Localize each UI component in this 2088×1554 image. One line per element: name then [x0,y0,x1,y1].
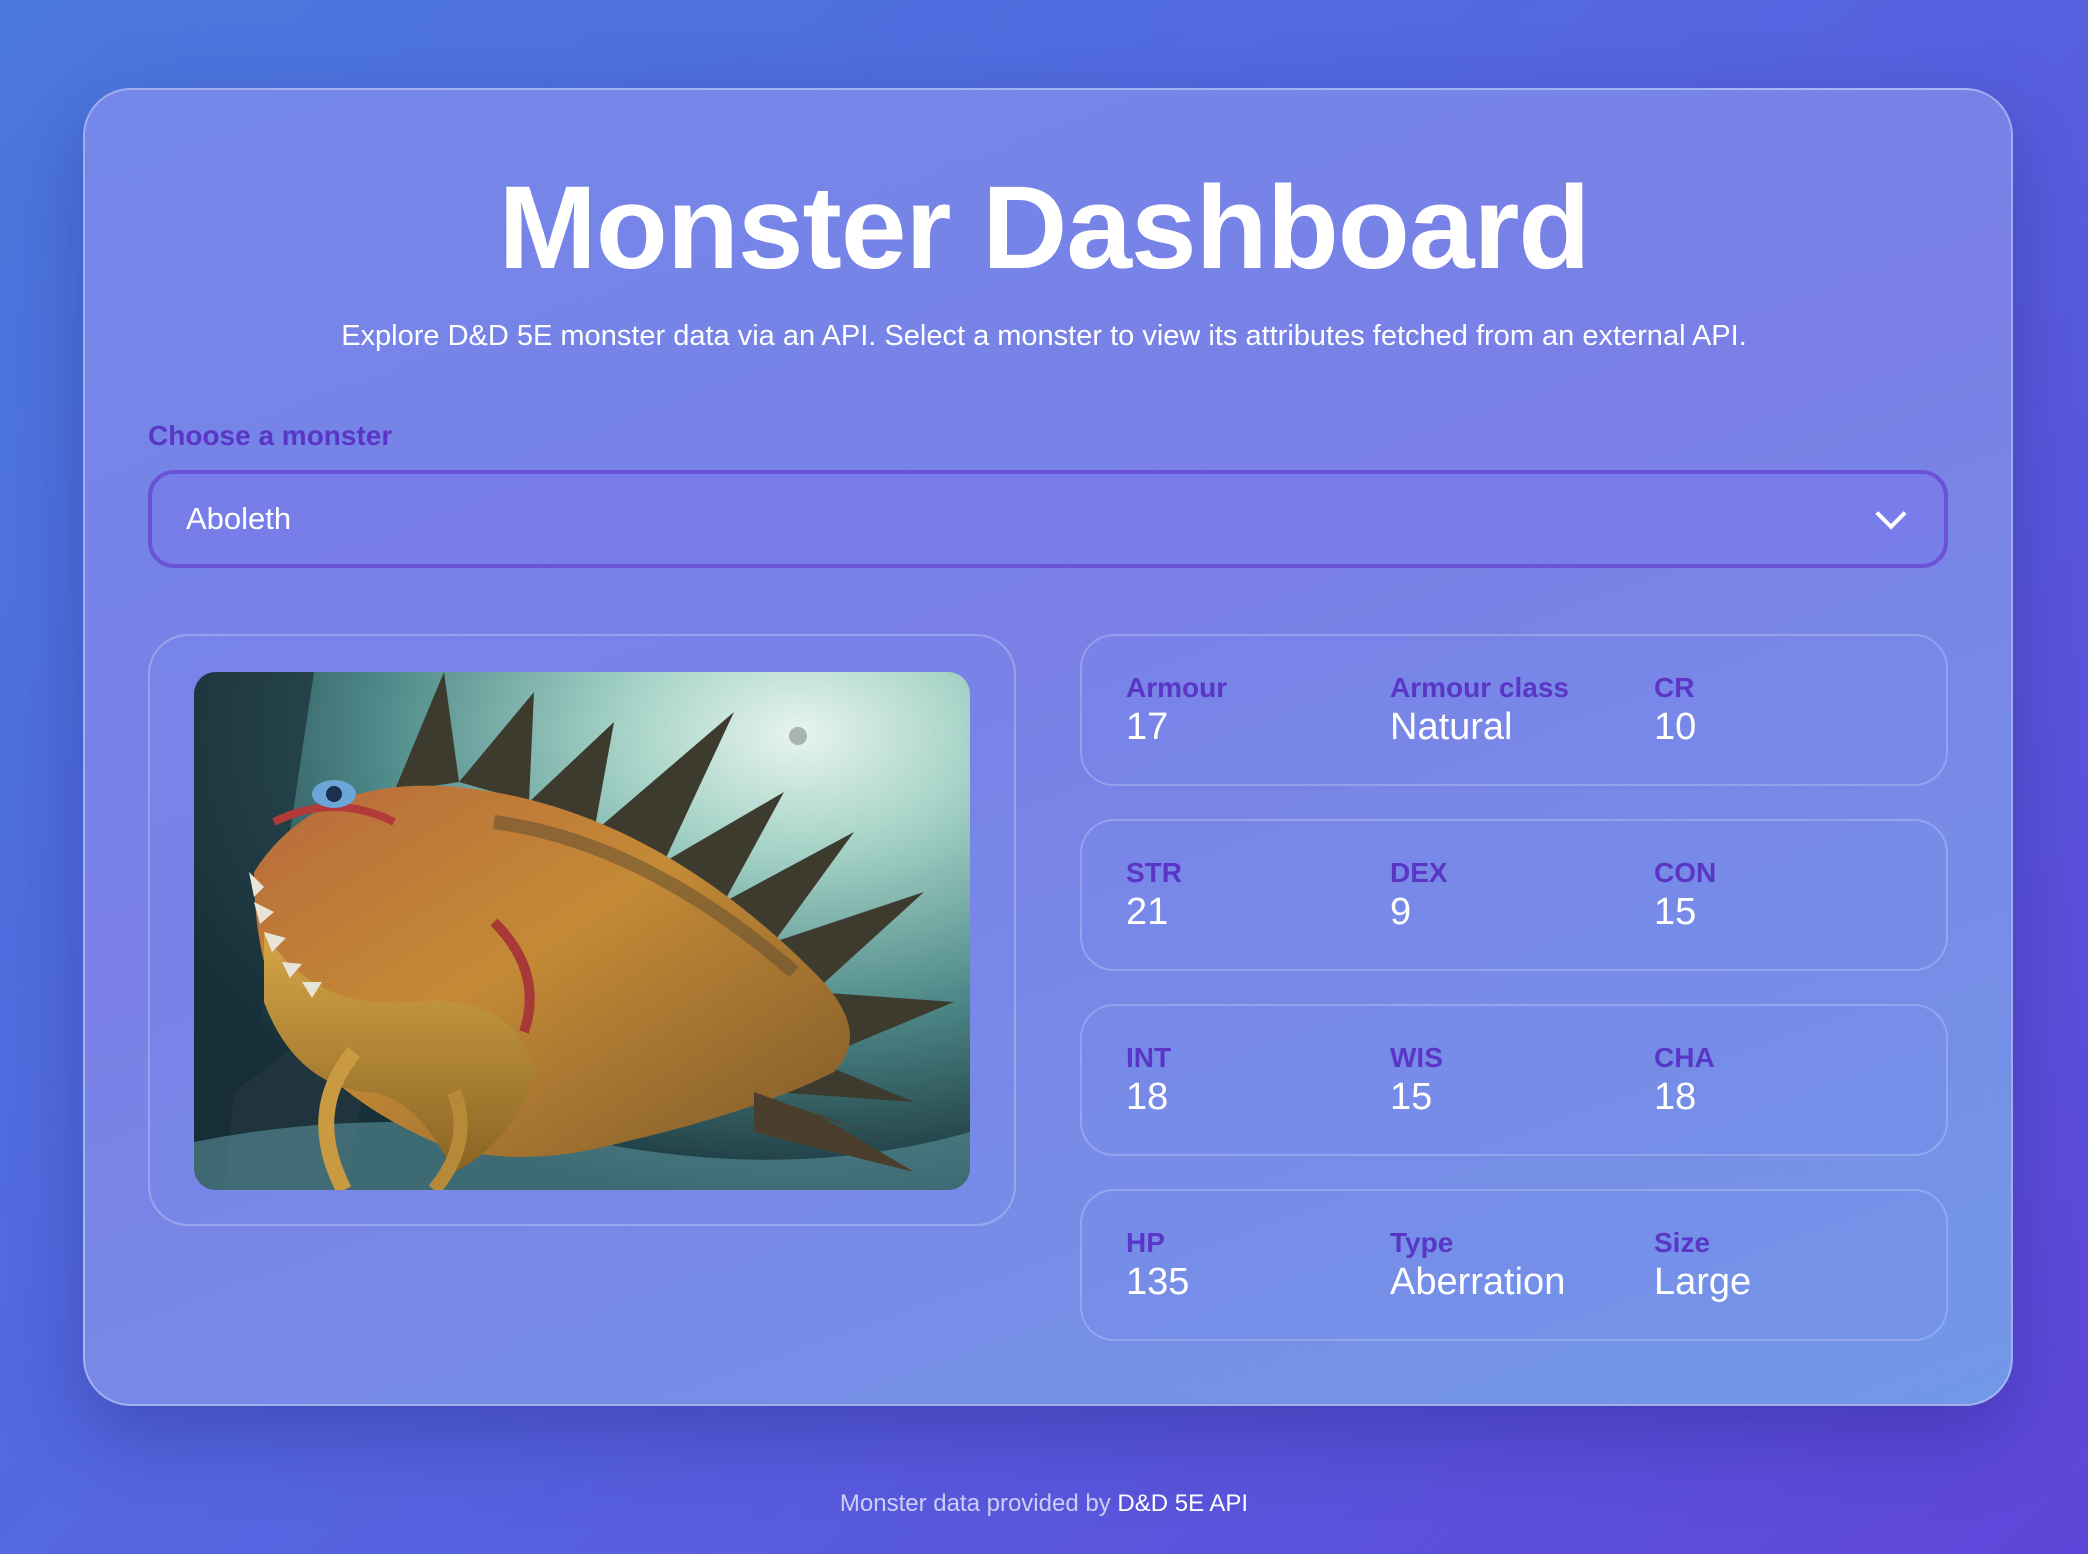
stats-card-general: HP 135 Type Aberration Size Large [1080,1189,1948,1341]
api-link[interactable]: D&D 5E API [1117,1490,1248,1517]
stats-card-armour: Armour 17 Armour class Natural CR 10 [1080,634,1948,786]
stat-wis: WIS 15 [1390,1042,1443,1119]
stat-label: CR [1654,672,1695,703]
stat-value: 18 [1126,1076,1169,1118]
stat-label: Armour class [1390,672,1569,703]
monster-select-value: Aboleth [186,501,292,536]
stat-label: CON [1654,857,1717,888]
stat-type: Type Aberration [1390,1227,1565,1304]
stat-label: DEX [1390,857,1448,888]
monster-select-label: Choose a monster [148,420,393,451]
stat-value: 18 [1654,1076,1697,1118]
stat-str: STR 21 [1126,857,1182,934]
stat-label: HP [1126,1227,1165,1258]
stat-cr: CR 10 [1654,672,1696,749]
page-subtitle: Explore D&D 5E monster data via an API. … [341,320,1747,352]
stats-card-abilities-physical: STR 21 DEX 9 CON 15 [1080,819,1948,971]
stat-value: 21 [1126,891,1169,933]
stat-value: 15 [1390,1076,1433,1118]
stat-label: Armour [1126,672,1228,703]
stat-dex: DEX 9 [1390,857,1448,934]
stat-armour-class: Armour class Natural [1390,672,1569,749]
monster-image [194,672,970,1190]
stat-value: 135 [1126,1261,1190,1303]
page-title: Monster Dashboard [498,162,1590,294]
stat-int: INT 18 [1126,1042,1171,1119]
stat-label: STR [1126,857,1182,888]
chevron-down-icon [1875,498,1907,530]
stat-value: 17 [1126,706,1169,748]
stat-label: INT [1126,1042,1172,1073]
stat-value: Natural [1390,706,1513,748]
stat-label: Type [1390,1227,1454,1258]
footer: Monster data provided by D&D 5E API [0,1490,2088,1518]
stat-label: Size [1654,1227,1711,1258]
footer-text: Monster data provided by [839,1490,1111,1517]
stat-con: CON 15 [1654,857,1716,934]
stat-value: Aberration [1390,1261,1566,1303]
stat-value: 15 [1654,891,1697,933]
stat-size: Size Large [1654,1227,1751,1304]
stat-hp: HP 135 [1126,1227,1189,1304]
stat-armour: Armour 17 [1126,672,1227,749]
stats-card-abilities-mental: INT 18 WIS 15 CHA 18 [1080,1004,1948,1156]
stat-label: CHA [1654,1042,1715,1073]
monster-select[interactable]: Aboleth [148,470,1948,568]
stat-value: Large [1654,1261,1752,1303]
stat-value: 10 [1654,706,1697,748]
stat-label: WIS [1390,1042,1443,1073]
stat-value: 9 [1390,891,1412,933]
monster-image-card [148,634,1016,1226]
stat-cha: CHA 18 [1654,1042,1715,1119]
